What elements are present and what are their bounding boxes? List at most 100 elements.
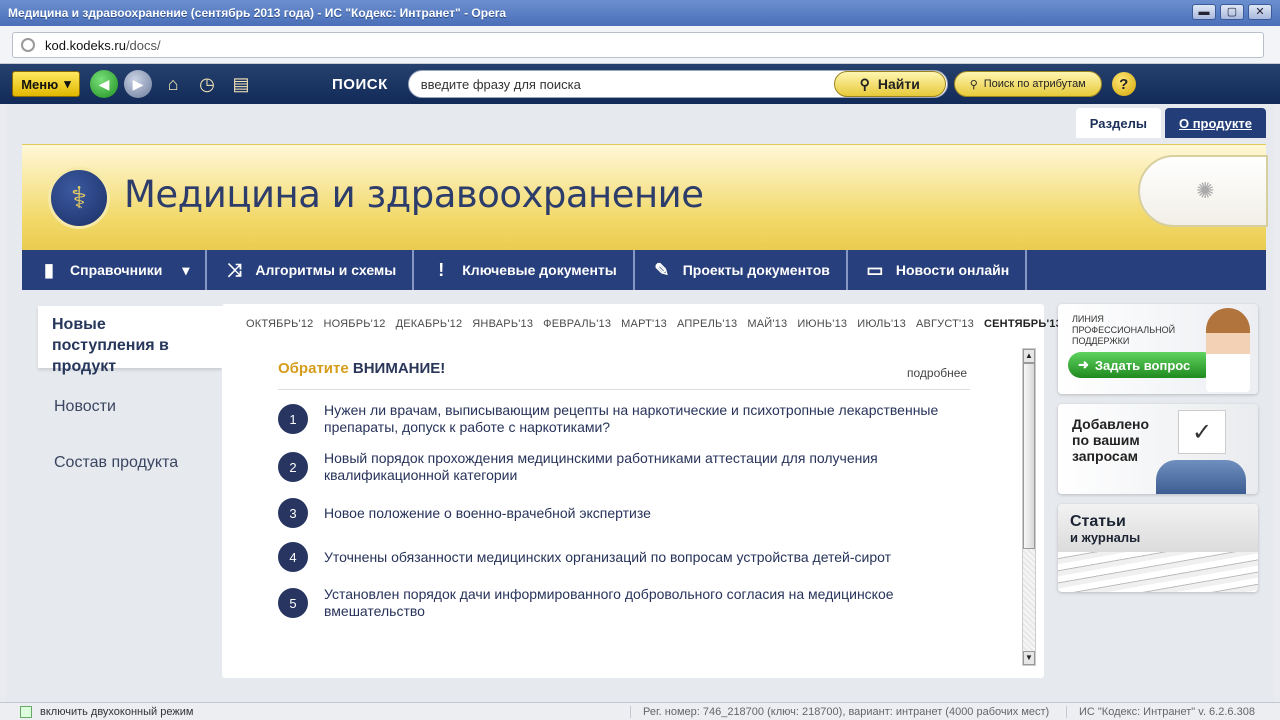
articles-caption: Статьи и журналы <box>1070 514 1140 546</box>
list-item[interactable]: 4 Уточнены обязанности медицинских орган… <box>278 542 968 572</box>
articles-line1: Статьи <box>1070 513 1126 530</box>
added-by-request-card[interactable]: Добавлено по вашим запросам ✓ <box>1058 404 1258 494</box>
search-label: ПОИСК <box>332 75 388 93</box>
added-caption: Добавлено по вашим запросам <box>1072 416 1149 464</box>
item-number: 1 <box>278 404 308 434</box>
support-caption: ЛИНИЯ ПРОФЕССИОНАЛЬНОЙ ПОДДЕРЖКИ <box>1072 314 1175 347</box>
attention-word1: Обратите <box>278 360 349 377</box>
registration-info: Рег. номер: 746_218700 (ключ: 218700), в… <box>630 705 1066 718</box>
product-banner: ⚕ Медицина и здравоохранение ✺ <box>22 144 1268 250</box>
person-image <box>1156 460 1246 494</box>
item-text[interactable]: Уточнены обязанности медицинских организ… <box>324 549 891 566</box>
left-menu-product-contents[interactable]: Состав продукта <box>38 454 222 472</box>
medical-caduceus-icon: ⚕ <box>48 167 110 229</box>
forward-arrow-icon[interactable]: ▶ <box>124 70 152 98</box>
attention-word2: ВНИМАНИЕ! <box>352 360 446 377</box>
nav-label: Справочники <box>70 262 163 278</box>
nav-draft-documents[interactable]: ✎ Проекты документов <box>635 250 848 290</box>
item-number: 4 <box>278 542 308 572</box>
list-item[interactable]: 2 Новый порядок прохождения медицинскими… <box>278 450 968 484</box>
left-menu: Новые поступления в продукт Новости Сост… <box>38 306 222 678</box>
window-titlebar: Медицина и здравоохранение (сентябрь 201… <box>0 0 1280 26</box>
checkmark-icon: ✓ <box>1178 410 1226 454</box>
page-body: Разделы О продукте ⚕ Медицина и здравоох… <box>6 104 1274 702</box>
nav-key-documents[interactable]: ! Ключевые документы <box>414 250 635 290</box>
close-button[interactable]: ✕ <box>1248 4 1272 20</box>
help-icon[interactable]: ? <box>1111 72 1136 96</box>
scroll-down-arrow-icon[interactable]: ▼ <box>1023 651 1035 665</box>
support-card[interactable]: ЛИНИЯ ПРОФЕССИОНАЛЬНОЙ ПОДДЕРЖКИ ➜ Задат… <box>1058 304 1258 394</box>
home-icon[interactable]: ⌂ <box>160 71 186 97</box>
item-text[interactable]: Новый порядок прохождения медицинскими р… <box>324 450 968 484</box>
find-button[interactable]: ⚲ Найти <box>833 71 946 97</box>
month-tab[interactable]: АПРЕЛЬ'13 <box>677 318 737 330</box>
support-operator-image <box>1206 308 1250 392</box>
nav-label: Ключевые документы <box>462 262 617 278</box>
url-host: kod.kodeks.ru <box>45 37 126 53</box>
dual-window-toggle[interactable]: включить двухоконный режим <box>0 705 630 718</box>
url-field[interactable]: kod.kodeks.ru/docs/ <box>12 32 1264 58</box>
month-tabs: ОКТЯБРЬ'12 НОЯБРЬ'12 ДЕКАБРЬ'12 ЯНВАРЬ'1… <box>246 318 1062 330</box>
month-tab[interactable]: МАЙ'13 <box>747 318 787 330</box>
month-tab[interactable]: ИЮЛЬ'13 <box>857 318 906 330</box>
magnifier-plus-icon: ⚲ <box>969 78 978 91</box>
nav-online-news[interactable]: ▭ Новости онлайн <box>848 250 1028 290</box>
added-line2: по вашим <box>1072 432 1140 448</box>
status-bar: включить двухоконный режим Рег. номер: 7… <box>0 702 1280 720</box>
minimize-button[interactable]: ▬ <box>1192 4 1216 20</box>
vertical-scrollbar[interactable]: ▲ ▼ <box>1022 348 1036 666</box>
added-line1: Добавлено <box>1072 416 1150 432</box>
ask-question-button[interactable]: ➜ Задать вопрос <box>1068 352 1216 378</box>
back-arrow-icon[interactable]: ◀ <box>90 70 118 98</box>
app-toolbar: Меню ▾ ◀ ▶ ⌂ ◷ ▤ ПОИСК введите фразу для… <box>0 64 1280 104</box>
support-line3: ПОДДЕРЖКИ <box>1072 336 1130 346</box>
arrow-right-icon: ➜ <box>1078 357 1089 372</box>
ask-label: Задать вопрос <box>1094 357 1191 373</box>
nav-algorithms[interactable]: ⤨ Алгоритмы и схемы <box>207 250 415 290</box>
list-item[interactable]: 5 Установлен порядок дачи информированно… <box>278 586 968 620</box>
more-link[interactable]: подробнее <box>907 366 967 380</box>
list-item[interactable]: 3 Новое положение о военно-врачебной экс… <box>278 498 968 528</box>
nav-reference-books[interactable]: ▮ Справочники ▾ <box>22 250 208 290</box>
scroll-up-arrow-icon[interactable]: ▲ <box>1023 349 1035 363</box>
product-title: Медицина и здравоохранение <box>124 173 704 216</box>
shuffle-icon: ⤨ <box>227 259 242 280</box>
item-text[interactable]: Новое положение о военно-врачебной экспе… <box>324 505 651 522</box>
month-tab[interactable]: НОЯБРЬ'12 <box>324 318 386 330</box>
monitor-icon: ▭ <box>866 259 884 280</box>
version-info: ИС "Кодекс: Интранет" v. 6.2.6.308 <box>1066 705 1255 718</box>
folders-icon[interactable]: ▤ <box>228 71 254 97</box>
item-text[interactable]: Установлен порядок дачи информированного… <box>324 586 968 620</box>
nav-label: Алгоритмы и схемы <box>255 262 397 278</box>
find-label: Найти <box>877 76 920 92</box>
left-menu-news[interactable]: Новости <box>38 398 222 416</box>
exclamation-icon: ! <box>438 259 445 280</box>
nav-label: Новости онлайн <box>895 262 1010 278</box>
attention-heading: Обратите ВНИМАНИЕ! <box>278 360 970 390</box>
scrollbar-thumb[interactable] <box>1023 363 1035 549</box>
item-number: 5 <box>278 588 308 618</box>
section-nav: ▮ Справочники ▾ ⤨ Алгоритмы и схемы ! Кл… <box>22 250 1266 290</box>
menu-button[interactable]: Меню ▾ <box>12 71 80 97</box>
articles-card[interactable]: Статьи и журналы <box>1058 504 1258 592</box>
loading-spinner-icon: ✺ <box>1138 155 1268 227</box>
month-tab[interactable]: ИЮНЬ'13 <box>797 318 847 330</box>
history-clock-icon[interactable]: ◷ <box>194 71 220 97</box>
tab-sections[interactable]: Разделы <box>1075 108 1161 138</box>
edit-doc-icon: ✎ <box>654 259 670 280</box>
month-tab[interactable]: ДЕКАБРЬ'12 <box>396 318 463 330</box>
month-tab-current[interactable]: СЕНТЯБРЬ'13 <box>984 318 1062 330</box>
month-tab[interactable]: ОКТЯБРЬ'12 <box>246 318 314 330</box>
site-info-icon[interactable] <box>21 38 35 52</box>
tab-about-product[interactable]: О продукте <box>1164 108 1266 138</box>
maximize-button[interactable]: ▢ <box>1220 4 1244 20</box>
month-tab[interactable]: МАРТ'13 <box>621 318 667 330</box>
list-item[interactable]: 1 Нужен ли врачам, выписывающим рецепты … <box>278 402 968 436</box>
left-menu-new-arrivals[interactable]: Новые поступления в продукт <box>38 306 222 375</box>
item-text[interactable]: Нужен ли врачам, выписывающим рецепты на… <box>324 402 968 436</box>
month-tab[interactable]: АВГУСТ'13 <box>916 318 974 330</box>
support-line2: ПРОФЕССИОНАЛЬНОЙ <box>1072 325 1176 335</box>
month-tab[interactable]: ЯНВАРЬ'13 <box>472 318 533 330</box>
month-tab[interactable]: ФЕВРАЛЬ'13 <box>543 318 611 330</box>
attribute-search-button[interactable]: ⚲ Поиск по атрибутам <box>953 71 1102 97</box>
